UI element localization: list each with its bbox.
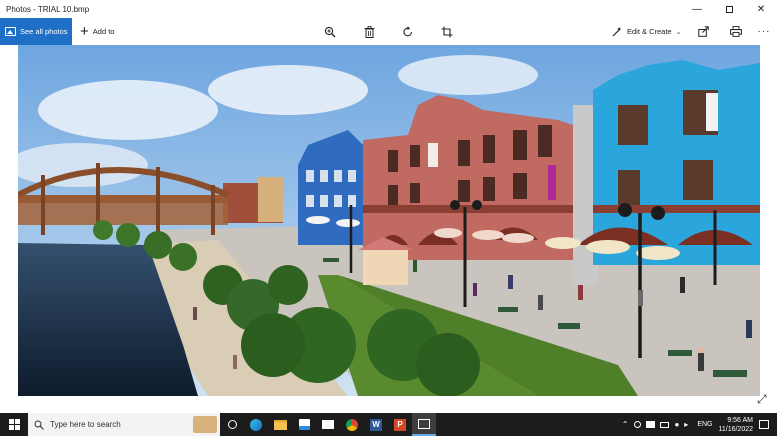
photos-gallery-icon xyxy=(5,27,16,36)
notifications-icon[interactable] xyxy=(759,420,769,429)
language-indicator[interactable]: ENG xyxy=(697,421,712,428)
word-icon: W xyxy=(370,418,382,431)
delete-icon xyxy=(364,25,374,38)
maximize-icon xyxy=(725,5,733,13)
edge-icon xyxy=(250,418,262,431)
crop-button[interactable] xyxy=(438,18,456,45)
search-highlight-icon xyxy=(193,416,217,433)
store-icon xyxy=(298,419,310,430)
word-button[interactable]: W xyxy=(364,413,388,436)
task-view-icon xyxy=(227,420,237,429)
network-icon[interactable] xyxy=(646,421,656,428)
battery-icon[interactable] xyxy=(660,421,670,428)
print-icon xyxy=(730,26,742,37)
photos-taskbar-button[interactable] xyxy=(412,413,436,436)
search-icon xyxy=(34,420,44,430)
chrome-icon xyxy=(346,418,358,431)
search-placeholder: Type here to search xyxy=(50,420,121,429)
maximize-button[interactable] xyxy=(713,0,745,18)
expand-button[interactable]: ⤢ xyxy=(757,392,767,407)
share-icon xyxy=(697,26,709,37)
delete-button[interactable] xyxy=(360,18,378,45)
share-button[interactable] xyxy=(694,18,712,45)
print-button[interactable] xyxy=(727,18,745,45)
see-all-photos-label: See all photos xyxy=(20,27,68,36)
clock[interactable]: 9:56 AM 11/16/2022 xyxy=(718,416,753,434)
windows-logo-icon xyxy=(8,419,20,430)
window-title: Photos - TRIAL 10.bmp xyxy=(6,4,90,14)
clock-date: 11/16/2022 xyxy=(718,425,753,433)
clock-time: 9:56 AM xyxy=(727,416,753,424)
cortana-icon[interactable] xyxy=(634,421,642,428)
zoom-button[interactable] xyxy=(321,18,339,45)
file-explorer-icon xyxy=(273,419,287,430)
minimize-button[interactable]: — xyxy=(681,0,713,18)
powerpoint-icon: P xyxy=(394,418,406,431)
file-explorer-button[interactable] xyxy=(268,413,292,436)
edit-create-label: Edit & Create xyxy=(627,27,672,36)
system-tray: ⌃ ● ▸ ENG 9:56 AM 11/16/2022 xyxy=(622,413,777,436)
crop-icon xyxy=(441,26,453,37)
edit-create-button[interactable]: Edit & Create ⌄ xyxy=(612,18,681,45)
rendered-plaza-image xyxy=(18,45,760,396)
add-to-label: Add to xyxy=(92,27,115,36)
plus-icon: + xyxy=(80,23,89,40)
mail-icon xyxy=(322,420,334,429)
photo-view[interactable] xyxy=(18,45,760,396)
rotate-button[interactable] xyxy=(399,18,417,45)
expand-icon: ⤢ xyxy=(757,392,767,406)
taskbar-search-box[interactable]: Type here to search xyxy=(28,413,220,436)
edit-create-icon xyxy=(612,27,622,37)
volume-icon[interactable]: ▸ xyxy=(684,420,688,429)
store-button[interactable] xyxy=(292,413,316,436)
close-button[interactable]: ✕ xyxy=(745,0,777,18)
edge-button[interactable] xyxy=(244,413,268,436)
rotate-icon xyxy=(403,25,413,36)
chevron-up-icon[interactable]: ⌃ xyxy=(622,420,629,429)
title-bar: Photos - TRIAL 10.bmp — ✕ xyxy=(0,0,777,18)
close-icon: ✕ xyxy=(756,3,766,15)
add-to-button[interactable]: + Add to xyxy=(80,24,114,39)
wifi-icon[interactable]: ● xyxy=(674,420,679,429)
chrome-button[interactable] xyxy=(340,413,364,436)
start-button[interactable] xyxy=(0,413,28,436)
powerpoint-button[interactable]: P xyxy=(388,413,412,436)
task-view-button[interactable] xyxy=(220,413,244,436)
photos-icon xyxy=(418,418,430,429)
minimize-icon: — xyxy=(692,3,702,15)
chevron-down-icon: ⌄ xyxy=(675,28,682,36)
see-all-photos-button[interactable]: See all photos xyxy=(0,18,72,45)
more-options-button[interactable]: ··· xyxy=(755,18,773,45)
mail-button[interactable] xyxy=(316,413,340,436)
more-icon: ··· xyxy=(757,26,771,37)
zoom-icon xyxy=(324,26,336,37)
